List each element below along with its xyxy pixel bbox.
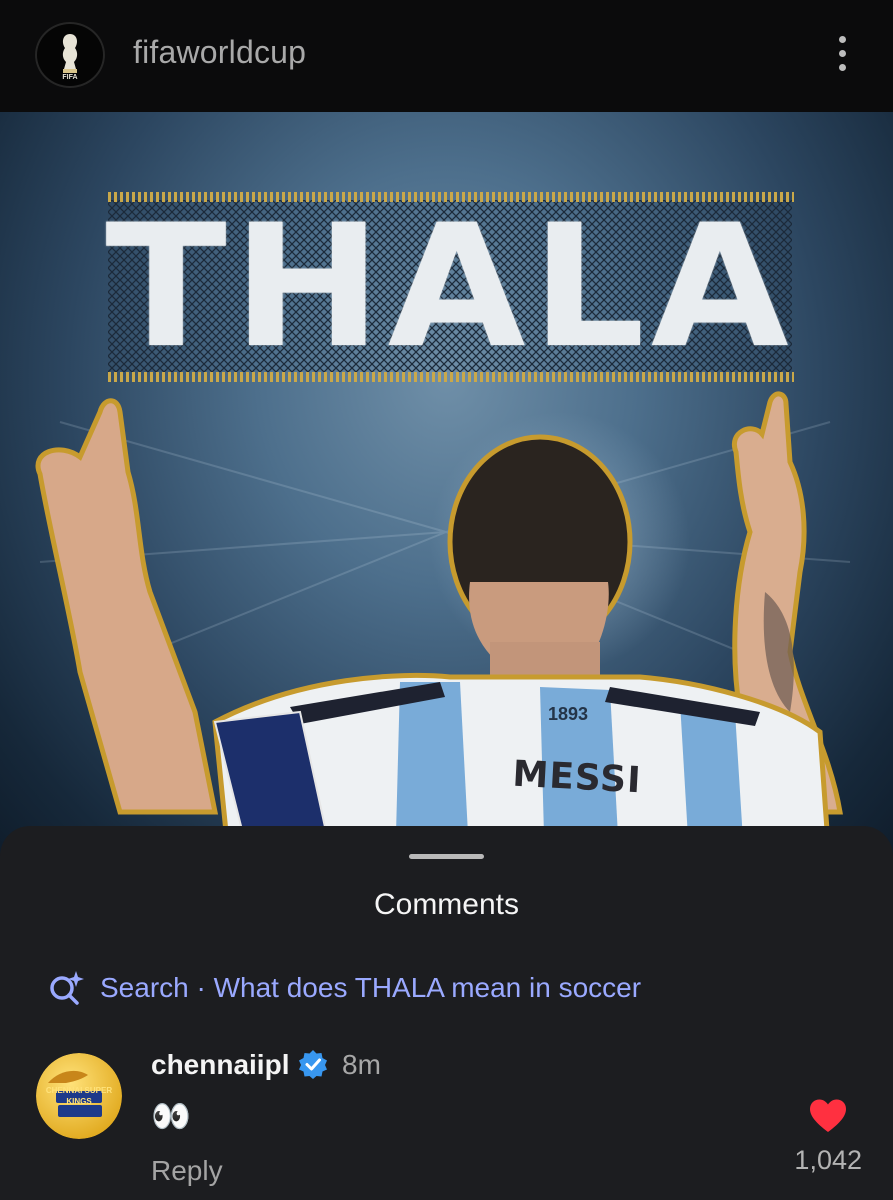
avatar-label: FIFA [62, 74, 78, 81]
commenter-avatar-label: CHENNAI SUPER KINGS [45, 1086, 113, 1106]
more-dot [838, 49, 846, 57]
post-title-text: THALA [105, 188, 795, 385]
more-dot [838, 63, 846, 71]
like-count: 1,042 [794, 1145, 862, 1175]
account-avatar[interactable]: FIFA [35, 22, 105, 88]
more-vertical-icon [838, 35, 846, 43]
comment-text: 👀 [151, 1098, 191, 1134]
comments-sheet: Comments Search · What does THALA mean i… [0, 826, 893, 1200]
jersey-name-text: MESSI [511, 753, 643, 802]
account-username[interactable]: fifaworldcup [133, 34, 306, 71]
sheet-drag-handle[interactable] [409, 854, 484, 859]
search-suggestion[interactable]: Search · What does THALA mean in soccer [46, 968, 641, 1008]
comments-title: Comments [373, 888, 520, 921]
jersey-year-text: 1893 [548, 704, 589, 724]
comment-item: CHENNAI SUPER KINGS chennaiipl 8m 👀 Repl… [0, 1041, 893, 1191]
search-suggestion-text: Search · What does THALA mean in soccer [100, 972, 642, 1003]
commenter-username[interactable]: chennaiipl [151, 1049, 289, 1081]
reply-button[interactable]: Reply [151, 1155, 223, 1187]
verified-badge-icon [299, 1050, 327, 1079]
commenter-avatar[interactable]: CHENNAI SUPER KINGS [36, 1053, 122, 1139]
post-image[interactable]: THALA 1893 MESSI [0, 112, 893, 872]
more-options-button[interactable] [822, 28, 862, 78]
heart-filled-icon[interactable] [808, 1098, 848, 1134]
post-header: FIFA fifaworldcup [0, 0, 893, 112]
comment-timestamp: 8m [342, 1049, 381, 1080]
sparkle-search-icon [50, 971, 84, 1005]
